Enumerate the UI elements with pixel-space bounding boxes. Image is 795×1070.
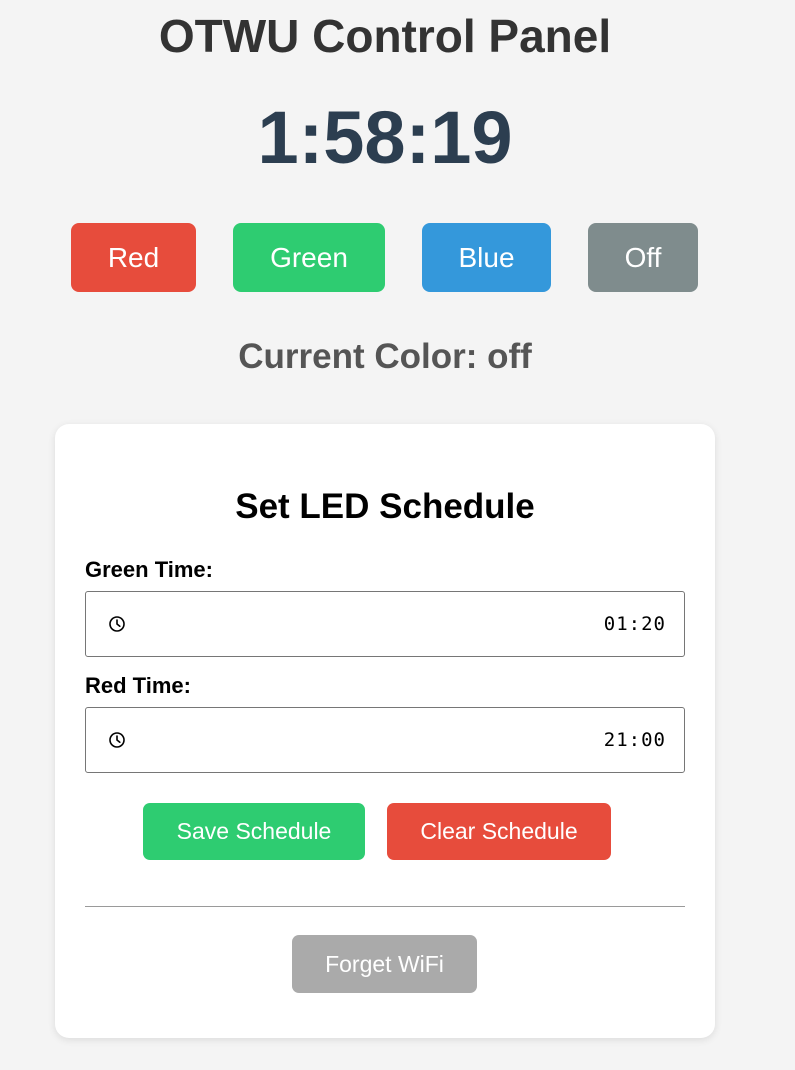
- green-time-label: Green Time:: [85, 557, 213, 582]
- divider: [85, 906, 685, 907]
- schedule-title: Set LED Schedule: [235, 487, 535, 526]
- clock-icon[interactable]: [108, 615, 126, 633]
- green-button[interactable]: Green: [233, 223, 385, 292]
- off-button[interactable]: Off: [588, 223, 698, 292]
- red-time-input[interactable]: 21:00: [85, 707, 685, 773]
- clear-schedule-button[interactable]: Clear Schedule: [387, 803, 611, 860]
- green-time-input[interactable]: 01:20: [85, 591, 685, 657]
- green-time-value: 01:20: [603, 613, 666, 635]
- forget-wifi-button[interactable]: Forget WiFi: [292, 935, 477, 993]
- save-schedule-button[interactable]: Save Schedule: [143, 803, 365, 860]
- control-panel-page: OTWU Control Panel 1:58:19 Red Green Blu…: [0, 0, 795, 1070]
- schedule-card: Set LED Schedule Green Time: 01:20 Red T…: [55, 424, 715, 1038]
- red-button[interactable]: Red: [71, 223, 196, 292]
- current-color-status: Current Color: off: [238, 337, 532, 376]
- clock-icon[interactable]: [108, 731, 126, 749]
- clock-display: 1:58:19: [257, 96, 513, 179]
- red-time-value: 21:00: [603, 729, 666, 751]
- blue-button[interactable]: Blue: [422, 223, 551, 292]
- page-title: OTWU Control Panel: [158, 10, 612, 62]
- red-time-label: Red Time:: [85, 673, 191, 698]
